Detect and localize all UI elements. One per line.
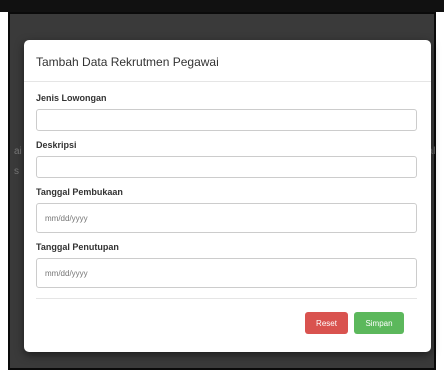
modal-body: Jenis Lowongan Deskripsi Tanggal Pembuka…: [24, 82, 431, 288]
tanggal-penutupan-label: Tanggal Penutupan: [36, 242, 119, 252]
modal-footer: Reset Simpan: [36, 298, 417, 353]
jenis-lowongan-input[interactable]: [36, 109, 417, 131]
reset-button[interactable]: Reset: [305, 312, 348, 334]
modal-header: Tambah Data Rekrutmen Pegawai: [24, 40, 431, 82]
tanggal-pembukaan-label: Tanggal Pembukaan: [36, 187, 123, 197]
background-text-fragment: ai: [14, 146, 22, 157]
deskripsi-label: Deskripsi: [36, 140, 77, 150]
form-group-tanggal-pembukaan: Tanggal Pembukaan: [36, 187, 417, 233]
form-group-jenis-lowongan: Jenis Lowongan: [36, 93, 417, 131]
background-text-fragment: s: [14, 166, 19, 177]
window-top-bar: [0, 0, 444, 12]
tanggal-penutupan-date-input[interactable]: [36, 258, 417, 288]
add-recruitment-modal: Tambah Data Rekrutmen Pegawai Jenis Lowo…: [24, 40, 431, 352]
deskripsi-input[interactable]: [36, 156, 417, 178]
form-group-deskripsi: Deskripsi: [36, 140, 417, 178]
screenshot-frame: ai s gal 2 Tambah Data Rekrutmen Pegawai…: [0, 0, 444, 377]
form-group-tanggal-penutupan: Tanggal Penutupan: [36, 242, 417, 288]
tanggal-pembukaan-date-input[interactable]: [36, 203, 417, 233]
jenis-lowongan-label: Jenis Lowongan: [36, 93, 107, 103]
save-button[interactable]: Simpan: [354, 312, 404, 334]
modal-title: Tambah Data Rekrutmen Pegawai: [36, 55, 219, 69]
